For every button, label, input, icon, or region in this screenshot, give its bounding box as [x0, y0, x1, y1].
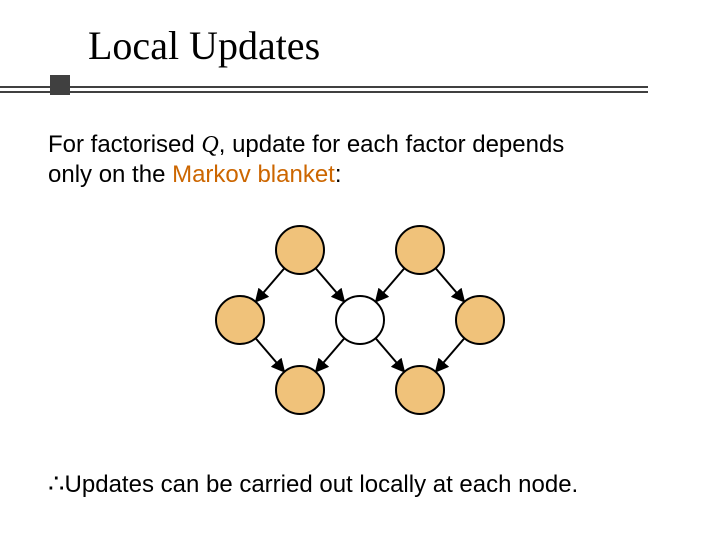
edge-p2-s2	[436, 268, 465, 302]
slide-title: Local Updates	[88, 22, 320, 69]
edge-c-g1	[316, 338, 345, 372]
markov-blanket-diagram	[170, 220, 550, 420]
edge-p1-c	[316, 268, 345, 302]
therefore-symbol: ∴	[48, 469, 65, 498]
edge-s1-g1	[256, 338, 285, 372]
node-g2	[396, 366, 444, 414]
node-p2	[396, 226, 444, 274]
node-s1	[216, 296, 264, 344]
q-variable: Q	[201, 132, 218, 158]
title-rule-top	[0, 86, 648, 88]
edge-c-g2	[376, 338, 405, 372]
title-area: Local Updates	[0, 0, 720, 100]
node-g1	[276, 366, 324, 414]
diagram-nodes	[216, 226, 504, 414]
markov-blanket-term: Markov blanket	[172, 161, 335, 188]
edge-s2-g2	[436, 338, 465, 372]
node-p1	[276, 226, 324, 274]
body-line-1: For factorised Q, update for each factor…	[48, 130, 564, 160]
node-s2	[456, 296, 504, 344]
body-line-2: only on the Markov blanket:	[48, 160, 342, 190]
edge-p1-s1	[256, 268, 285, 302]
node-c	[336, 296, 384, 344]
conclusion-text: Updates can be carried out locally at ea…	[65, 471, 579, 498]
title-rule-bottom	[0, 91, 648, 93]
edge-p2-c	[376, 268, 405, 302]
text-frag: only on the	[48, 161, 172, 188]
text-frag: , update for each factor depends	[219, 131, 565, 158]
text-frag: For factorised	[48, 131, 201, 158]
text-frag: :	[335, 161, 342, 188]
conclusion-line: ∴Updates can be carried out locally at e…	[48, 469, 578, 499]
